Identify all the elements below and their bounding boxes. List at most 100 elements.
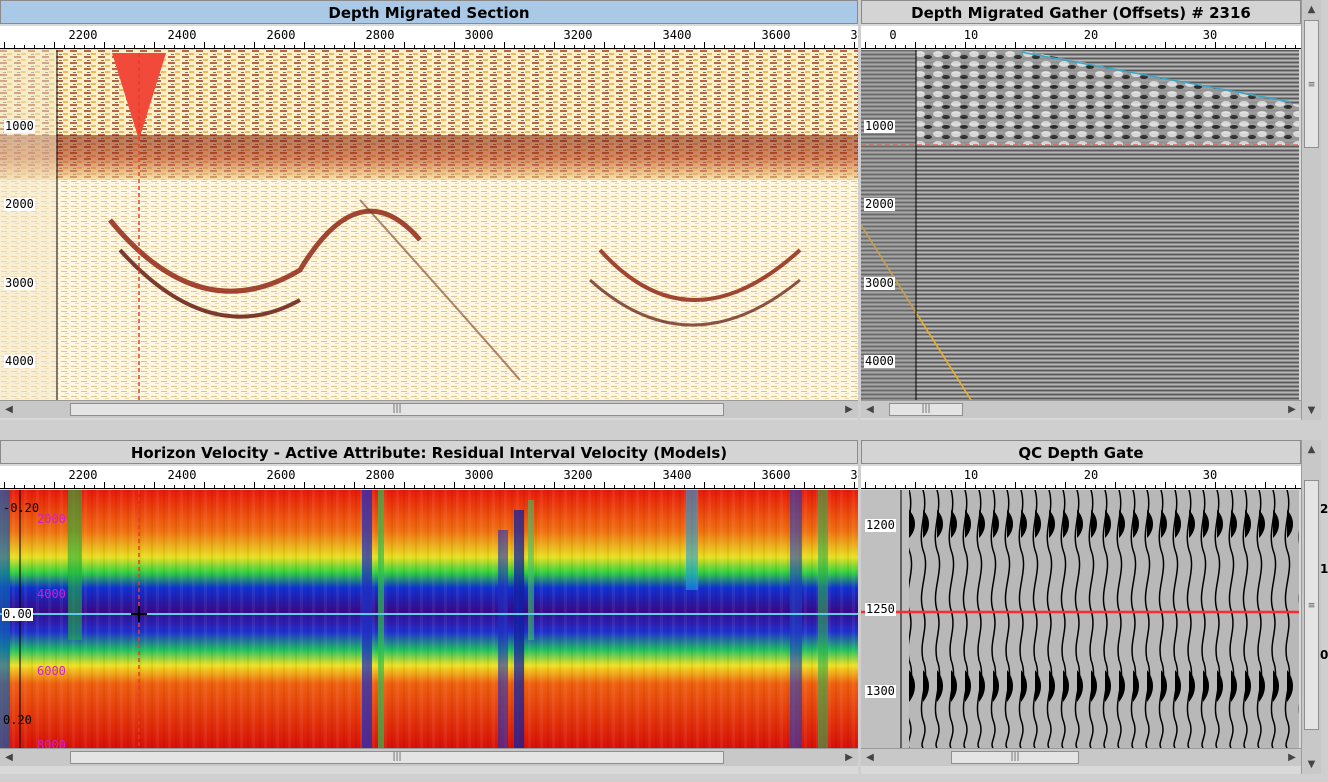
gather-scroll-thumb[interactable]: ||| — [889, 403, 963, 416]
ruler-tick — [754, 482, 755, 488]
scroll-left-icon[interactable]: ◀ — [2, 403, 16, 416]
ruler-tick — [504, 42, 505, 48]
ruler-tick — [1215, 42, 1216, 48]
ruler-tick — [1095, 485, 1096, 488]
ruler-tick — [384, 45, 385, 48]
qc-scroll-thumb[interactable]: ||| — [951, 751, 1079, 764]
ruler-tick — [1035, 45, 1036, 48]
ruler-tick — [474, 485, 475, 488]
ruler-tick — [164, 485, 165, 488]
ruler-tick — [935, 45, 936, 48]
ruler-tick — [424, 45, 425, 48]
ruler-tick — [804, 42, 805, 48]
gather-vscroll-thumb[interactable]: ≡ — [1304, 20, 1319, 148]
ruler-tick — [1075, 485, 1076, 488]
ruler-tick — [714, 45, 715, 48]
section-horizontal-scrollbar[interactable]: ◀ ||| ▶ — [0, 400, 858, 418]
ruler-tick — [1135, 485, 1136, 488]
ruler-tick — [514, 45, 515, 48]
ruler-tick — [865, 482, 866, 488]
qc-vertical-scrollbar[interactable]: ▲ ≡ ▼ — [1301, 440, 1321, 774]
gather-horizontal-scrollbar[interactable]: ◀ ||| ▶ — [861, 400, 1301, 418]
ruler-tick — [704, 42, 705, 48]
section-y-tick: 1000 — [4, 119, 35, 133]
horizon-velocity-image[interactable]: -0.20 2000 4000 0.00 6000 0.20 8000 — [0, 490, 858, 748]
ruler-tick — [1285, 485, 1286, 488]
horizon-x-tick: 3000 — [464, 468, 494, 482]
ruler-tick — [134, 45, 135, 48]
ruler-tick — [734, 45, 735, 48]
gather-x-tick: 30 — [1202, 28, 1218, 42]
scroll-right-icon[interactable]: ▶ — [842, 403, 856, 416]
ruler-tick — [945, 485, 946, 488]
ruler-tick — [1025, 485, 1026, 488]
horizon-x-tick: 3600 — [761, 468, 791, 482]
scroll-left-icon[interactable]: ◀ — [863, 751, 877, 764]
gather-vertical-scrollbar[interactable]: ▲ ≡ ▼ — [1301, 0, 1321, 420]
ruler-tick — [714, 485, 715, 488]
ruler-tick — [524, 45, 525, 48]
ruler-tick — [1265, 42, 1266, 48]
ruler-tick — [1265, 482, 1266, 488]
ruler-tick — [674, 45, 675, 48]
ruler-tick — [905, 45, 906, 48]
scroll-left-icon[interactable]: ◀ — [863, 403, 877, 416]
ruler-tick — [54, 482, 55, 488]
horizon-horizontal-scrollbar[interactable]: ◀ ||| ▶ — [0, 748, 858, 766]
scroll-down-icon[interactable]: ▼ — [1304, 758, 1319, 771]
edge-label: 0 — [1320, 648, 1328, 662]
scroll-right-icon[interactable]: ▶ — [1285, 751, 1299, 764]
ruler-tick — [1145, 485, 1146, 488]
horizon-x-tick: 3400 — [662, 468, 692, 482]
scroll-right-icon[interactable]: ▶ — [842, 751, 856, 764]
ruler-tick — [1225, 485, 1226, 488]
gather-title: Depth Migrated Gather (Offsets) # 2316 — [861, 0, 1301, 24]
ruler-tick — [444, 45, 445, 48]
section-y-tick: 4000 — [4, 354, 35, 368]
ruler-tick — [1155, 485, 1156, 488]
section-seismic-image[interactable]: 1000 2000 3000 4000 — [0, 50, 858, 400]
ruler-tick — [124, 485, 125, 488]
ruler-tick — [644, 485, 645, 488]
horizon-x-tick: 2400 — [167, 468, 197, 482]
qc-wiggle-image[interactable]: 1200 1250 1300 — [861, 490, 1299, 748]
scroll-down-icon[interactable]: ▼ — [1304, 404, 1319, 417]
ruler-tick — [474, 45, 475, 48]
ruler-tick — [264, 485, 265, 488]
qc-vscroll-thumb[interactable]: ≡ — [1304, 480, 1319, 730]
ruler-tick — [1125, 485, 1126, 488]
ruler-tick — [764, 45, 765, 48]
gather-x-tick: 10 — [963, 28, 979, 42]
qc-horizontal-scrollbar[interactable]: ◀ ||| ▶ — [861, 748, 1301, 766]
ruler-tick — [294, 485, 295, 488]
scroll-up-icon[interactable]: ▲ — [1304, 443, 1319, 456]
ruler-tick — [124, 45, 125, 48]
ruler-tick — [774, 485, 775, 488]
ruler-tick — [494, 45, 495, 48]
ruler-tick — [1005, 485, 1006, 488]
ruler-tick — [1295, 485, 1296, 488]
gather-seismic-image[interactable]: 1000 2000 3000 4000 — [861, 50, 1299, 400]
ruler-tick — [204, 42, 205, 48]
ruler-tick — [454, 482, 455, 488]
ruler-tick — [1245, 485, 1246, 488]
scroll-left-icon[interactable]: ◀ — [2, 751, 16, 764]
gather-y-tick: 4000 — [864, 354, 895, 368]
ruler-tick — [374, 485, 375, 488]
section-scroll-thumb[interactable]: ||| — [70, 403, 724, 416]
ruler-tick — [334, 485, 335, 488]
ruler-tick — [624, 485, 625, 488]
ruler-tick — [174, 485, 175, 488]
scroll-up-icon[interactable]: ▲ — [1304, 3, 1319, 16]
ruler-tick — [985, 45, 986, 48]
scroll-right-icon[interactable]: ▶ — [1285, 403, 1299, 416]
ruler-tick — [1155, 45, 1156, 48]
horizon-scroll-thumb[interactable]: ||| — [70, 751, 724, 764]
qc-y-tick: 1200 — [865, 518, 896, 532]
ruler-tick — [354, 482, 355, 488]
qc-x-ruler: 10 20 30 — [861, 466, 1301, 489]
section-x-ruler: 2200 2400 2600 2800 3000 3200 3400 3600 … — [0, 26, 858, 49]
ruler-tick — [204, 482, 205, 488]
section-seismic-svg — [0, 50, 858, 400]
ruler-tick — [234, 45, 235, 48]
